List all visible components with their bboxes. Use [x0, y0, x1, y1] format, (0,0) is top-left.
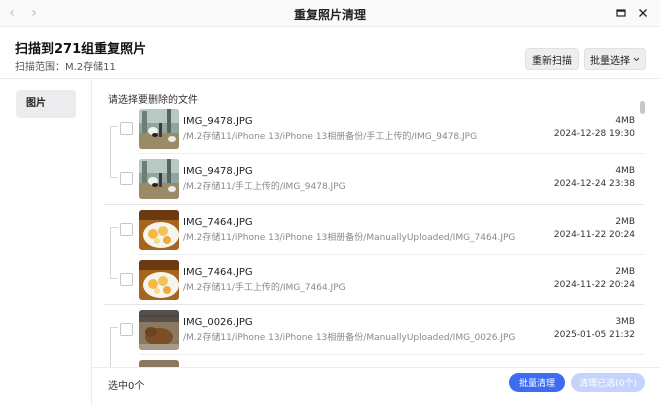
file-size: 4MB — [615, 166, 635, 176]
photo-thumbnail-goats — [139, 109, 179, 149]
title-bar: ‹ › 重复照片清理 — [0, 0, 660, 27]
photo-thumbnail-food — [139, 260, 179, 300]
scan-result-title: 扫描到271组重复照片 — [15, 42, 147, 57]
photo-thumbnail-capybara — [139, 310, 179, 350]
file-row[interactable]: IMG_7464.JPG /M.2存储11/手工上传的/IMG_7464.JPG… — [104, 255, 644, 305]
window-title: 重复照片清理 — [293, 8, 366, 22]
row-checkbox[interactable] — [120, 273, 133, 286]
file-date: 2024-11-22 20:24 — [553, 230, 635, 240]
file-row[interactable]: IMG_9478.JPG /M.2存储11/iPhone 13/iPhone 1… — [104, 104, 644, 154]
row-checkbox[interactable] — [120, 172, 133, 185]
file-date: 2025-01-05 21:32 — [553, 330, 635, 340]
batch-select-label: 批量选择 — [590, 55, 630, 67]
sidebar-item-images[interactable]: 图片 — [16, 90, 76, 118]
batch-select-dropdown[interactable]: 批量选择 — [584, 48, 646, 70]
file-row[interactable]: IMG_7464.JPG /M.2存储11/iPhone 13/iPhone 1… — [104, 205, 644, 255]
scan-range-label: 扫描范围：M.2存储11 — [15, 62, 116, 73]
row-divider — [139, 354, 644, 355]
file-name: IMG_9478.JPG — [183, 166, 253, 177]
duplicate-file-list: IMG_9478.JPG /M.2存储11/iPhone 13/iPhone 1… — [104, 104, 644, 367]
file-row[interactable]: IMG_9478.JPG /M.2存储11/手工上传的/IMG_9478.JPG… — [104, 154, 644, 204]
file-size: 4MB — [615, 116, 635, 126]
footer-divider — [92, 367, 660, 368]
file-size: 2MB — [615, 267, 635, 277]
file-path: /M.2存储11/iPhone 13/iPhone 13相册备份/手工上传的/I… — [183, 132, 478, 142]
file-date: 2024-12-24 23:38 — [553, 179, 635, 189]
file-path: /M.2存储11/iPhone 13/iPhone 13相册备份/Manuall… — [183, 333, 516, 343]
file-name: IMG_0026.JPG — [183, 317, 253, 328]
photo-thumbnail-capybara — [139, 360, 179, 367]
file-name: IMG_9478.JPG — [183, 116, 253, 127]
photo-thumbnail-goats — [139, 159, 179, 199]
selected-count: 选中0个 — [108, 381, 145, 392]
file-path: /M.2存储11/手工上传的/IMG_7464.JPG — [183, 283, 346, 293]
file-name: IMG_7464.JPG — [183, 217, 253, 228]
scan-summary-header: 扫描到271组重复照片 扫描范围：M.2存储11 重新扫描 批量选择 — [0, 27, 660, 79]
row-checkbox[interactable] — [120, 323, 133, 336]
list-scrollbar[interactable] — [640, 101, 645, 114]
clean-selected-button[interactable]: 清理已选(0个) — [571, 373, 645, 392]
batch-clean-button[interactable]: 批量清理 — [509, 373, 565, 392]
file-size: 3MB — [615, 317, 635, 327]
file-name: IMG_7464.JPG — [183, 267, 253, 278]
close-icon[interactable] — [634, 4, 652, 22]
file-row[interactable]: IMG_0026.JPG /M.2存储11/iPhone 13/iPhone 1… — [104, 305, 644, 355]
maximize-icon[interactable] — [612, 4, 630, 22]
chevron-down-icon — [633, 54, 640, 65]
file-path: /M.2存储11/iPhone 13/iPhone 13相册备份/Manuall… — [183, 233, 516, 243]
duplicate-photo-cleaner-window: ‹ › 重复照片清理 扫描到271组重复照片 扫描范围：M.2存储11 重新扫描… — [0, 0, 660, 405]
file-path: /M.2存储11/手工上传的/IMG_9478.JPG — [183, 182, 346, 192]
photo-thumbnail-food — [139, 210, 179, 250]
row-checkbox[interactable] — [120, 223, 133, 236]
row-checkbox[interactable] — [120, 122, 133, 135]
file-date: 2024-11-22 20:24 — [553, 280, 635, 290]
rescan-button[interactable]: 重新扫描 — [525, 48, 579, 70]
file-size: 2MB — [615, 217, 635, 227]
sidebar: 图片 — [0, 79, 92, 405]
file-date: 2024-12-28 19:30 — [553, 129, 635, 139]
